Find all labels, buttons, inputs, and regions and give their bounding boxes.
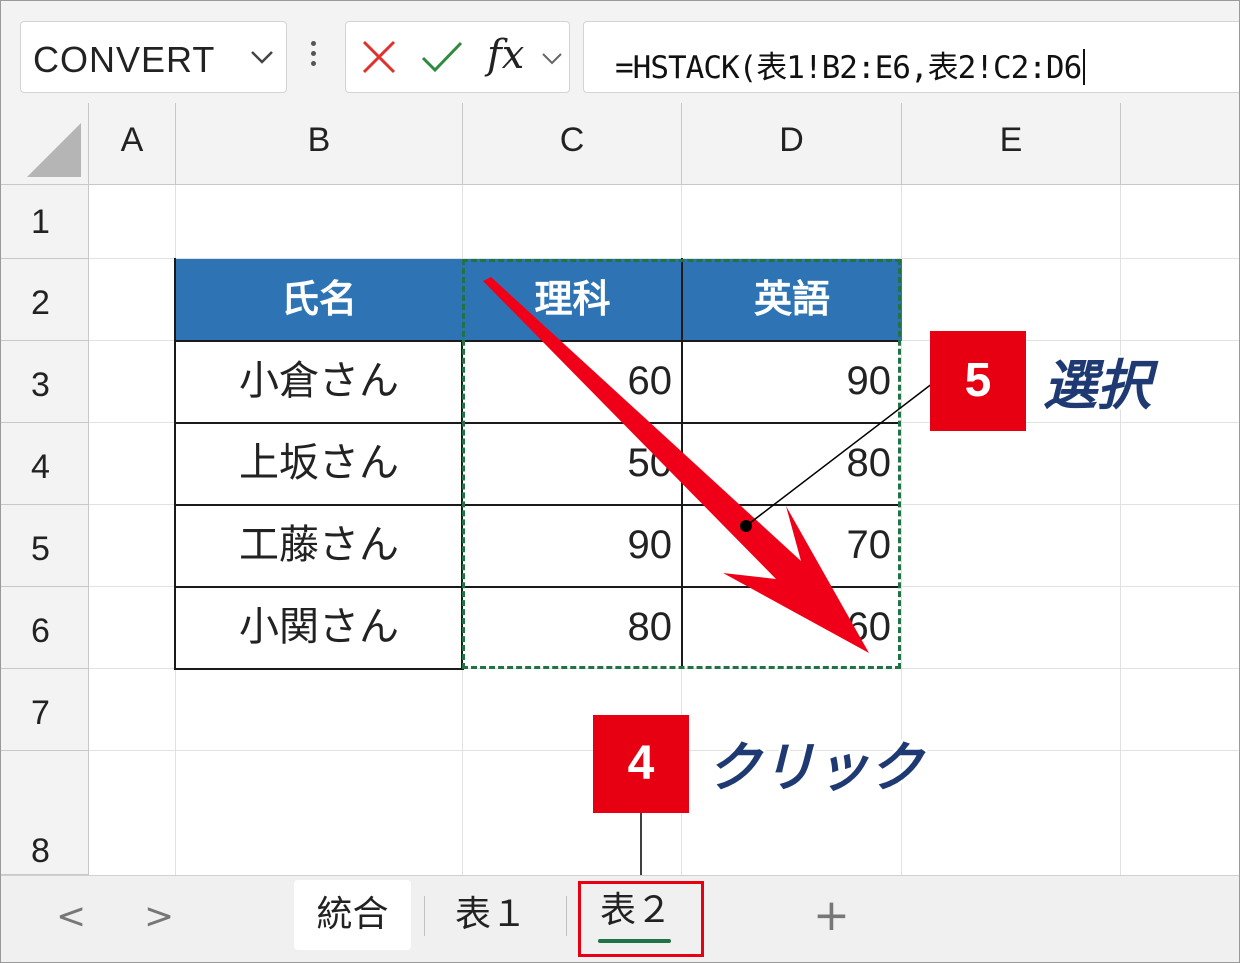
step-label-click: クリック bbox=[707, 736, 923, 799]
add-sheet-button[interactable]: + bbox=[813, 890, 850, 941]
leader-dot-step5 bbox=[740, 520, 752, 532]
tab-separator bbox=[566, 896, 567, 936]
next-sheet-button[interactable]: > bbox=[144, 896, 174, 937]
prev-sheet-button[interactable]: < bbox=[56, 896, 86, 937]
sheet-tab-table1[interactable]: 表１ bbox=[436, 880, 546, 950]
annotation-overlay bbox=[483, 277, 934, 887]
step-label-select: 選択 bbox=[1043, 354, 1151, 417]
tab-separator bbox=[424, 896, 425, 936]
step-badge-5: 5 bbox=[930, 331, 1026, 431]
click-highlight-box bbox=[578, 881, 704, 957]
sheet-tab-combined[interactable]: 統合 bbox=[294, 880, 411, 950]
excel-window: CONVERT fx =HSTACK(表1!B2:E6,表2!C2:D6 A B… bbox=[0, 0, 1240, 963]
leader-line-step5 bbox=[745, 382, 934, 527]
drag-arrow bbox=[483, 277, 869, 653]
step-badge-4: 4 bbox=[593, 715, 689, 813]
